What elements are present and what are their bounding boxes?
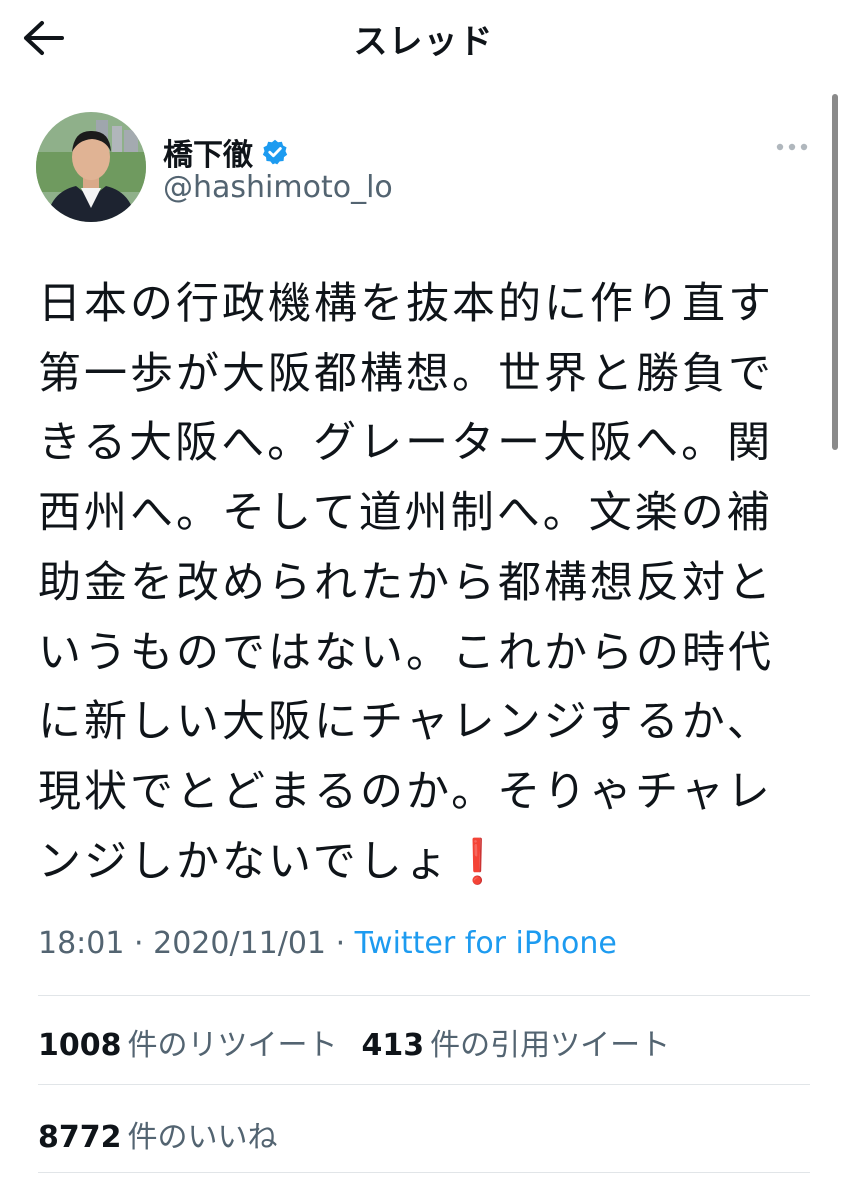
likes-label: 件のいいね: [127, 1120, 278, 1155]
verified-badge-icon: [262, 139, 288, 165]
meta-separator: ·: [335, 926, 346, 961]
quotes-label: 件の引用ツイート: [430, 1028, 671, 1063]
user-name-row[interactable]: 橋下徹: [163, 130, 289, 174]
quotes-stat[interactable]: 413 件の引用ツイート: [362, 1020, 671, 1064]
more-options-button[interactable]: [774, 134, 810, 160]
divider: [38, 1084, 810, 1085]
retweets-count: 1008: [38, 1028, 122, 1063]
scrollbar[interactable]: [832, 94, 838, 450]
page-title: スレッド: [353, 22, 494, 62]
tweet-body: 日本の行政機構を抜本的に作り直す第一歩が大阪都構想。世界と勝負できる大阪へ。グレ…: [38, 279, 774, 887]
meta-separator: ·: [134, 926, 144, 961]
more-horizontal-icon: [776, 143, 808, 151]
top-bar: スレッド: [0, 0, 847, 78]
avatar-photo: [36, 112, 146, 222]
likes-count: 8772: [38, 1120, 122, 1155]
quotes-count: 413: [361, 1028, 425, 1063]
tweet-source-link[interactable]: Twitter for iPhone: [355, 926, 617, 961]
divider: [38, 995, 810, 996]
avatar[interactable]: [36, 112, 146, 222]
retweets-label: 件のリツイート: [127, 1028, 338, 1063]
retweets-stat[interactable]: 1008 件のリツイート: [38, 1020, 338, 1064]
tweet-date: 2020/11/01: [153, 926, 327, 961]
likes-stats-row: 8772 件のいいね: [38, 1112, 278, 1156]
tweet-meta: 18:01 · 2020/11/01 · Twitter for iPhone: [38, 926, 617, 961]
tweet-text: 日本の行政機構を抜本的に作り直す第一歩が大阪都構想。世界と勝負できる大阪へ。グレ…: [38, 270, 810, 897]
divider: [38, 1172, 810, 1173]
exclamation-emoji-icon: ❗: [450, 836, 508, 887]
retweet-stats-row: 1008 件のリツイート 413 件の引用ツイート: [38, 1020, 670, 1064]
display-name: 橋下徹: [163, 138, 253, 173]
user-handle[interactable]: @hashimoto_lo: [163, 170, 393, 205]
tweet-time: 18:01: [38, 926, 125, 961]
likes-stat[interactable]: 8772 件のいいね: [38, 1112, 278, 1156]
